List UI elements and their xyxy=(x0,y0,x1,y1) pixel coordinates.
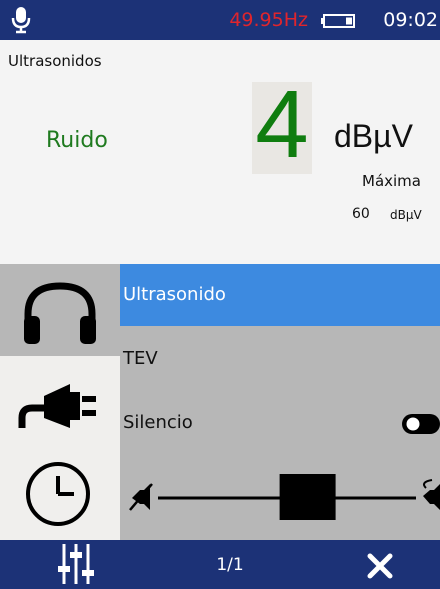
menu-item-ultrasonido[interactable]: Ultrasonido xyxy=(120,264,440,326)
sidebar-item-tev[interactable] xyxy=(0,356,120,454)
plug-icon xyxy=(18,384,96,428)
sliders-icon[interactable] xyxy=(56,542,96,586)
page-indicator: 1/1 xyxy=(216,555,244,575)
sidebar-item-ultrasonido[interactable] xyxy=(0,264,120,356)
volume-thumb[interactable] xyxy=(279,474,336,520)
max-unit: dBµV xyxy=(390,208,422,222)
close-icon[interactable] xyxy=(366,552,394,580)
battery-icon xyxy=(321,14,355,28)
menu-item-label: Silencio xyxy=(123,412,193,433)
volume-mute-icon xyxy=(129,483,153,511)
frequency-readout: 49.95Hz xyxy=(229,9,308,31)
volume-slider[interactable] xyxy=(120,460,440,530)
max-value: 60 xyxy=(352,206,370,222)
menu-item-label: TEV xyxy=(123,348,158,369)
noise-label: Ruido xyxy=(46,128,108,153)
max-label: Máxima xyxy=(362,172,421,190)
menu-item-tev[interactable]: TEV xyxy=(120,332,440,392)
volume-high-icon xyxy=(423,479,440,510)
measured-unit: dBµV xyxy=(334,118,413,154)
headphones-icon xyxy=(24,282,96,344)
status-bar xyxy=(0,0,440,40)
measured-value: 4 xyxy=(255,71,309,178)
menu-item-silencio[interactable]: Silencio xyxy=(120,398,440,452)
silence-toggle[interactable] xyxy=(402,413,440,435)
status-time: 09:02 xyxy=(383,9,438,31)
mode-title: Ultrasonidos xyxy=(8,52,102,70)
microphone-icon xyxy=(11,7,31,34)
menu-item-label: Ultrasonido xyxy=(123,284,226,305)
